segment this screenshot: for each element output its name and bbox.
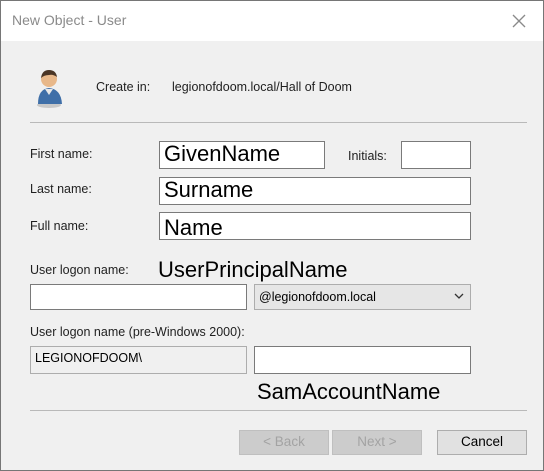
logon-name-overlay-label: UserPrincipalName bbox=[158, 257, 348, 282]
create-in-path: legionofdoom.local/Hall of Doom bbox=[172, 80, 352, 94]
cancel-button[interactable]: Cancel bbox=[437, 430, 527, 455]
upn-suffix-dropdown[interactable]: @legionofdoom.local bbox=[254, 284, 471, 310]
window-title: New Object - User bbox=[12, 12, 127, 28]
full-name-label: Full name: bbox=[30, 219, 89, 233]
first-name-overlay-label: GivenName bbox=[164, 141, 281, 166]
full-name-overlay-label: Name bbox=[164, 215, 223, 240]
pre2000-domain-value: LEGIONOFDOOM\ bbox=[35, 351, 142, 365]
chevron-down-icon bbox=[454, 293, 464, 299]
pre2000-logon-field[interactable] bbox=[254, 346, 471, 374]
new-object-user-dialog: New Object - User Create in: legionofdoo… bbox=[0, 0, 544, 471]
create-in-label: Create in: bbox=[96, 80, 151, 94]
user-icon bbox=[37, 70, 62, 108]
logon-name-label: User logon name: bbox=[30, 263, 129, 277]
title-bar: New Object - User bbox=[1, 1, 543, 41]
next-button[interactable]: Next > bbox=[332, 430, 422, 455]
pre2000-domain-field: LEGIONOFDOOM\ bbox=[30, 346, 247, 374]
pre2000-label: User logon name (pre-Windows 2000): bbox=[30, 325, 245, 339]
close-icon[interactable] bbox=[509, 11, 529, 31]
initials-label: Initials: bbox=[348, 149, 387, 163]
back-button[interactable]: < Back bbox=[239, 430, 329, 455]
initials-field[interactable] bbox=[401, 141, 471, 169]
divider-top bbox=[30, 122, 527, 123]
last-name-label: Last name: bbox=[30, 182, 92, 196]
last-name-overlay-label: Surname bbox=[164, 177, 254, 202]
upn-suffix-value: @legionofdoom.local bbox=[259, 290, 376, 304]
divider-bottom bbox=[30, 410, 527, 411]
first-name-label: First name: bbox=[30, 147, 93, 161]
pre2000-overlay-label: SamAccountName bbox=[257, 379, 441, 404]
logon-name-field[interactable] bbox=[30, 284, 247, 310]
